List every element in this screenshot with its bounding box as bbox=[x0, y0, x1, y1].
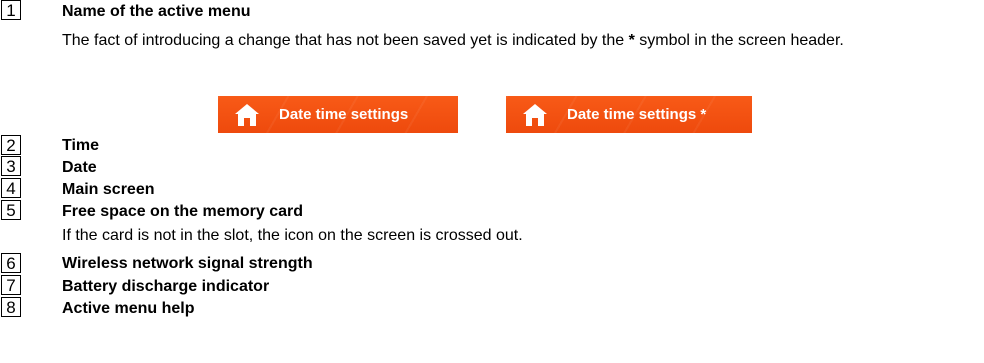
banner-label: Date time settings * bbox=[567, 106, 707, 123]
item-number: 8 bbox=[1, 297, 21, 317]
item-8-row: 8 bbox=[0, 297, 21, 317]
item-title: Wireless network signal strength bbox=[62, 255, 313, 272]
item-5-row: 5 bbox=[0, 200, 21, 220]
item-title: Battery discharge indicator bbox=[62, 278, 270, 295]
item-title: Name of the active menu bbox=[62, 3, 251, 20]
item-number: 6 bbox=[1, 253, 21, 273]
item-7-row: 7 bbox=[0, 275, 21, 295]
header-banner-unsaved-example: Date time settings * bbox=[506, 96, 752, 133]
item-2-row: 2 bbox=[0, 135, 21, 155]
home-icon bbox=[523, 103, 547, 126]
banner-label: Date time settings bbox=[279, 106, 409, 123]
item-4-row: 4 bbox=[0, 178, 21, 198]
item-1-row: 1 bbox=[0, 0, 21, 20]
item-title: Main screen bbox=[62, 181, 155, 198]
item-title: Free space on the memory card bbox=[62, 203, 303, 220]
header-banner-example: Date time settings bbox=[218, 96, 458, 133]
home-icon bbox=[235, 103, 259, 126]
item-6-row: 6 bbox=[0, 253, 21, 273]
item-title: Time bbox=[62, 137, 100, 154]
item-title: Date bbox=[62, 159, 97, 176]
item-number: 2 bbox=[1, 135, 21, 155]
item-number: 4 bbox=[1, 178, 21, 198]
item-title: Active menu help bbox=[62, 300, 195, 317]
item-description: The fact of introducing a change that ha… bbox=[62, 32, 844, 49]
item-number: 3 bbox=[1, 156, 21, 176]
item-number: 1 bbox=[1, 0, 21, 20]
item-number: 7 bbox=[1, 275, 21, 295]
item-number: 5 bbox=[1, 200, 21, 220]
item-description: If the card is not in the slot, the icon… bbox=[62, 227, 523, 244]
item-3-row: 3 bbox=[0, 156, 21, 176]
